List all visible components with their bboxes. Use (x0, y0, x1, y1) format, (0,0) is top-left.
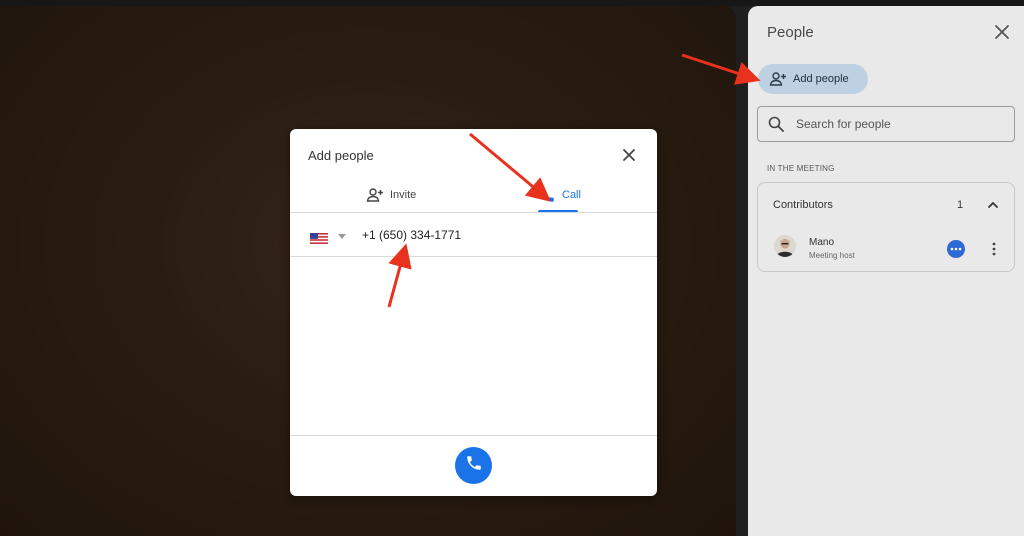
tab-invite-label: Invite (390, 189, 417, 201)
contributors-header[interactable]: Contributors 1 (758, 183, 1014, 225)
dialog-title: Add people (308, 148, 374, 163)
call-button[interactable] (455, 447, 492, 484)
country-select[interactable] (310, 230, 350, 244)
us-flag-icon (310, 231, 328, 244)
person-add-icon (769, 70, 787, 88)
person-add-icon (366, 186, 384, 204)
list-item[interactable]: Mano Meeting host (758, 227, 1014, 271)
section-label: IN THE MEETING (767, 164, 835, 173)
avatar (774, 235, 796, 257)
contributors-title: Contributors (773, 199, 833, 211)
person-role: Meeting host (809, 251, 855, 260)
chevron-up-icon[interactable] (984, 196, 1002, 214)
add-people-dialog: Add people Invite Call (290, 129, 657, 496)
tab-call-label: Call (562, 189, 581, 201)
panel-title: People (767, 24, 814, 41)
divider (290, 256, 657, 257)
dropdown-caret-icon (338, 233, 346, 239)
more-horizontal-icon[interactable] (947, 240, 965, 258)
tab-invite[interactable]: Invite (366, 177, 416, 213)
close-icon[interactable] (990, 20, 1014, 44)
close-icon[interactable] (619, 145, 639, 165)
search-input[interactable]: Search for people (757, 106, 1015, 142)
tab-call[interactable]: Call (538, 177, 581, 213)
divider (290, 435, 657, 436)
phone-icon (538, 186, 556, 204)
add-people-label: Add people (793, 73, 849, 85)
people-panel: People Add people Search for people IN T… (748, 6, 1024, 536)
phone-row (290, 213, 657, 256)
more-vertical-icon[interactable] (985, 240, 1003, 258)
search-icon (767, 115, 785, 133)
person-name: Mano (809, 237, 835, 248)
phone-icon (465, 454, 483, 477)
add-people-button[interactable]: Add people (758, 64, 868, 94)
phone-number-input[interactable] (362, 225, 612, 245)
contributors-count: 1 (957, 199, 964, 211)
search-placeholder: Search for people (796, 117, 891, 131)
contributors-card: Contributors 1 Mano Meeting host (757, 182, 1015, 272)
